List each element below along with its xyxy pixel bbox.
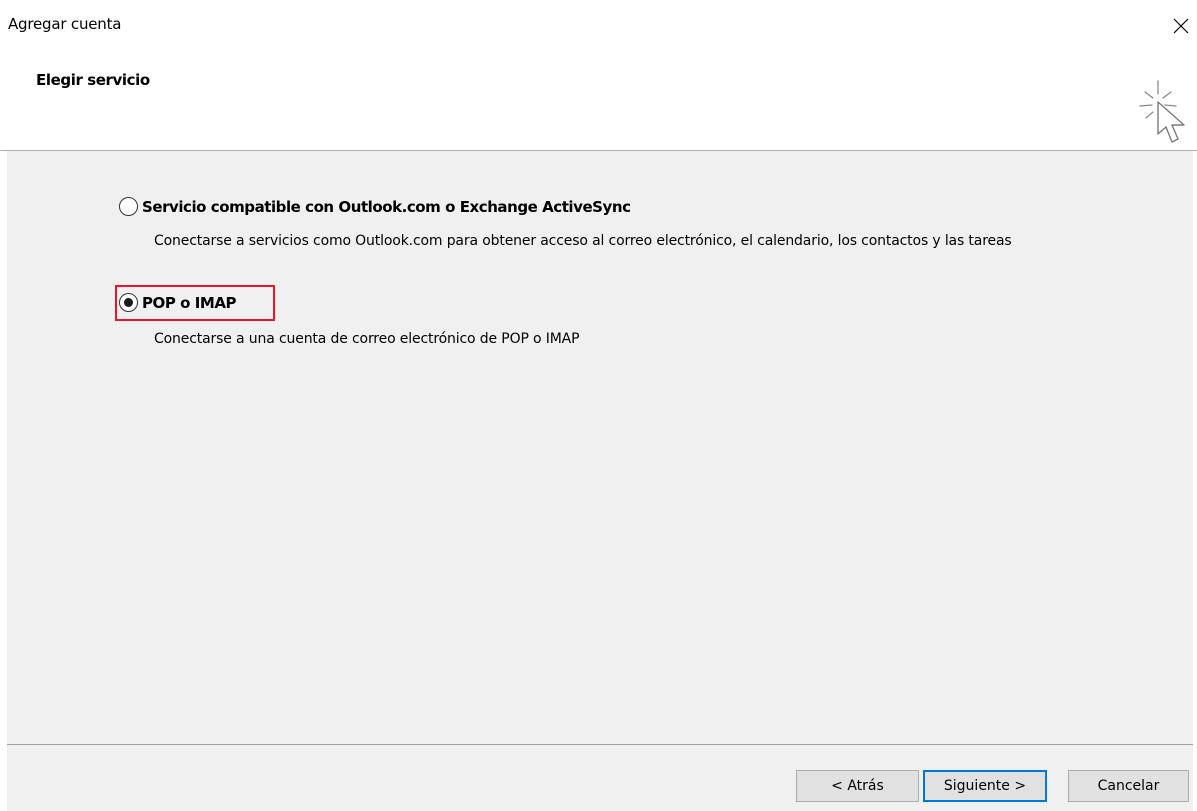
button-bar: < Atrás Siguiente > Cancelar: [7, 744, 1193, 811]
back-button[interactable]: < Atrás: [796, 770, 919, 802]
wizard-header: Elegir servicio: [0, 52, 1197, 151]
radio-pop-imap[interactable]: [119, 293, 138, 312]
option-pop-imap: POP o IMAP Conectarse a una cuenta de co…: [119, 293, 580, 347]
title-bar: Agregar cuenta: [0, 0, 1197, 52]
section-title: Elegir servicio: [36, 71, 150, 89]
radio-label[interactable]: Servicio compatible con Outlook.com o Ex…: [142, 198, 631, 216]
option-description: Conectarse a servicios como Outlook.com …: [154, 233, 1012, 249]
radio-row-outlook[interactable]: Servicio compatible con Outlook.com o Ex…: [119, 197, 631, 216]
cursor-sparkle-icon: [1139, 80, 1185, 143]
radio-row-pop-imap[interactable]: POP o IMAP: [119, 293, 237, 312]
window-title: Agregar cuenta: [8, 15, 122, 33]
close-icon[interactable]: [1170, 13, 1192, 37]
radio-label[interactable]: POP o IMAP: [142, 294, 237, 312]
radio-outlook-activesync[interactable]: [119, 197, 138, 216]
option-description: Conectarse a una cuenta de correo electr…: [154, 331, 580, 347]
option-outlook-activesync: Servicio compatible con Outlook.com o Ex…: [119, 197, 1012, 249]
content-panel: Servicio compatible con Outlook.com o Ex…: [7, 151, 1193, 744]
next-button[interactable]: Siguiente >: [923, 770, 1047, 802]
cancel-button[interactable]: Cancelar: [1068, 770, 1189, 802]
